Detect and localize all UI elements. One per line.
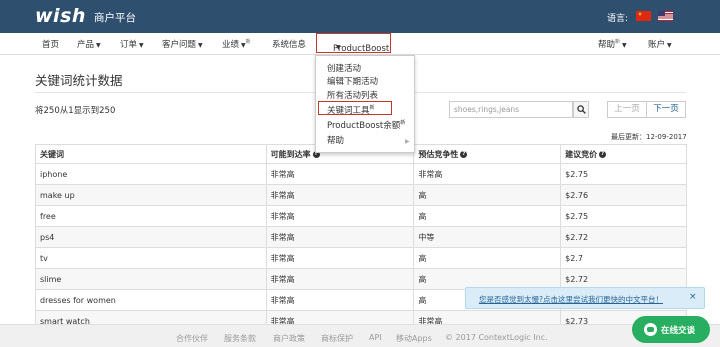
table-row: iphone 非常高 非常高 $2.75	[35, 163, 687, 185]
portal-title: 商户平台	[94, 12, 136, 24]
chat-icon	[644, 323, 657, 336]
menu-item-all-campaigns[interactable]: 所有活动列表	[327, 89, 378, 101]
help-icon[interactable]: ?	[460, 150, 468, 158]
chevron-right-icon: ▶	[405, 138, 410, 145]
caret-down-icon: ▼	[96, 42, 101, 49]
search-icon	[577, 105, 586, 114]
nav-account[interactable]: 账户 ▼	[648, 38, 672, 50]
page-title: 关键词统计数据	[35, 73, 123, 88]
nav-help[interactable]: 帮助新 ▼	[598, 38, 627, 50]
footer: 合作伙伴 服务条款 商户政策 商标保护 API 移动Apps © 2017 Co…	[0, 324, 720, 347]
menu-item-edit-upcoming[interactable]: 编辑下期活动	[327, 75, 378, 87]
search-button[interactable]	[573, 101, 589, 118]
nav-products[interactable]: 产品 ▼	[77, 38, 101, 50]
menu-item-create-campaign[interactable]: 创建活动	[327, 62, 361, 74]
keyword-search-input[interactable]: shoes,rings,jeans	[449, 101, 573, 118]
next-page-button[interactable]: 下一页	[646, 101, 686, 118]
footer-link[interactable]: 商标保护	[321, 333, 353, 344]
help-icon[interactable]: ?	[599, 150, 607, 158]
cn-flag-icon[interactable]	[636, 11, 651, 21]
nav-home[interactable]: 首页	[42, 38, 59, 50]
footer-link[interactable]: API	[369, 333, 382, 342]
caret-down-icon: ▼	[622, 42, 627, 49]
caret-down-icon: ▼	[336, 44, 341, 51]
caret-down-icon: ▼	[198, 42, 203, 49]
close-icon[interactable]: ×	[689, 292, 697, 302]
table-row: ps4 非常高 中等 $2.72	[35, 226, 687, 248]
col-keyword[interactable]: 关键词	[35, 144, 267, 164]
table-row: tv 非常高高 $2.7	[35, 247, 687, 269]
result-count: 将250从1显示到250	[35, 106, 116, 116]
chinese-platform-banner: 您是否感觉到太慢?点击这里尝试我们更快的中文平台！ ×	[465, 287, 705, 309]
caret-down-icon: ▼	[667, 42, 672, 49]
banner-link[interactable]: 您是否感觉到太慢?点击这里尝试我们更快的中文平台！	[479, 294, 663, 305]
nav-customer-issues[interactable]: 客户问题 ▼	[162, 38, 203, 50]
nav-system-info[interactable]: 系统信息	[272, 38, 306, 50]
menu-item-help[interactable]: 帮助	[327, 134, 344, 146]
new-badge: 新	[615, 39, 621, 46]
table-row: make up 非常高高 $2.76	[35, 184, 687, 206]
main-nav: 首页 产品 ▼ 订单 ▼ 客户问题 ▼ 业绩 ▼新 系统信息 ProductBoost ▼…	[0, 33, 720, 55]
caret-down-icon: ▼	[139, 42, 144, 49]
footer-link[interactable]: 移动Apps	[396, 333, 432, 344]
col-bid[interactable]: 建议竞价?	[560, 144, 687, 164]
last-updated: 最后更新：12-09-2017	[611, 133, 687, 141]
live-chat-button[interactable]: 在线交谈	[632, 316, 710, 343]
keyword-tool-highlight	[318, 101, 392, 115]
us-flag-icon[interactable]	[658, 11, 673, 21]
nav-productboost[interactable]: ProductBoost ▼	[316, 33, 391, 54]
wish-logo[interactable]: wish	[35, 5, 86, 27]
table-row: free 非常高高 $2.75	[35, 205, 687, 227]
footer-link[interactable]: 服务条款	[224, 333, 256, 344]
nav-performance[interactable]: 业绩 ▼新	[222, 38, 251, 50]
col-competition[interactable]: 预估竞争性?	[413, 144, 562, 164]
top-header: wish 商户平台 语言:	[0, 0, 720, 33]
language-label: 语言:	[607, 14, 629, 24]
new-badge: 新	[245, 39, 251, 46]
prev-page-button[interactable]: 上一页	[607, 101, 647, 118]
footer-link[interactable]: 合作伙伴	[176, 333, 208, 344]
nav-orders[interactable]: 订单 ▼	[120, 38, 144, 50]
new-badge: 新	[400, 120, 406, 127]
footer-link[interactable]: 商户政策	[273, 333, 305, 344]
menu-item-productboost-balance[interactable]: ProductBoost余额新	[327, 119, 405, 131]
copyright: © 2017 ContextLogic Inc.	[445, 333, 548, 342]
